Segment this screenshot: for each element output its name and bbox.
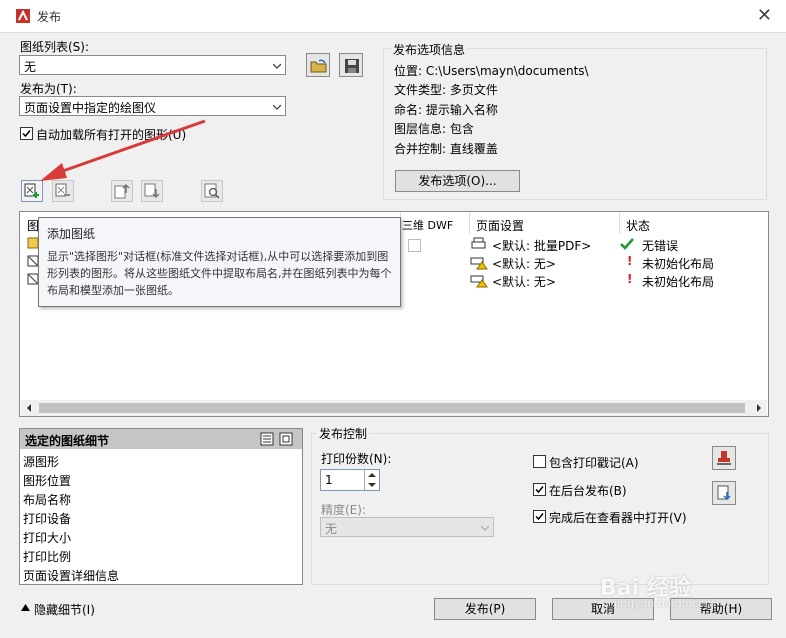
row-page-setup: <默认: 无> xyxy=(492,257,556,271)
checkmark-icon xyxy=(535,486,544,494)
include-stamp-checkbox[interactable] xyxy=(533,455,546,468)
tooltip-body: 显示"选择图形"对话框(标准文件选择对话框),从中可以选择要添加到图形列表的图形… xyxy=(47,250,392,297)
document-download-icon xyxy=(717,485,731,501)
stamp-settings-button[interactable] xyxy=(712,446,736,470)
detail-plot-size: 打印大小 xyxy=(23,531,72,545)
precision-combo[interactable]: 无 xyxy=(320,517,494,537)
details-title: 选定的图纸细节 xyxy=(25,434,110,448)
save-publish-settings-button[interactable] xyxy=(712,481,736,505)
details-header: 选定的图纸细节 xyxy=(20,429,302,449)
watermark-url: jingyan.baidu.com xyxy=(614,597,716,610)
scroll-right-icon[interactable] xyxy=(755,404,763,412)
detail-plot-scale: 打印比例 xyxy=(23,550,72,564)
background-publish-checkbox[interactable] xyxy=(533,483,546,496)
open-viewer-checkbox[interactable] xyxy=(533,510,546,523)
publish-button[interactable]: 发布(P) xyxy=(434,598,536,620)
open-viewer-label: 完成后在查看器中打开(V) xyxy=(549,511,687,525)
copies-label: 打印份数(N): xyxy=(321,452,392,466)
red-exclamation-icon: ! xyxy=(627,254,633,268)
checkmark-icon xyxy=(535,513,544,521)
row-status: 未初始化布局 xyxy=(642,257,715,271)
tooltip-title: 添加图纸 xyxy=(47,227,96,241)
red-exclamation-icon: ! xyxy=(627,272,633,286)
scroll-left-icon[interactable] xyxy=(25,404,33,412)
detail-drawing-location: 图形位置 xyxy=(23,474,72,488)
row-status: 未初始化布局 xyxy=(642,275,715,289)
page-setup-warning-icon xyxy=(470,275,488,288)
row-page-setup: <默认: 批量PDF> xyxy=(492,239,592,253)
copy-details-icon[interactable] xyxy=(279,432,293,446)
row-page-setup: <默认: 无> xyxy=(492,275,556,289)
include-stamp-label: 包含打印戳记(A) xyxy=(549,456,639,470)
stamp-icon xyxy=(717,451,731,465)
publish-control-title: 发布控制 xyxy=(317,425,370,442)
row-status: 无错误 xyxy=(642,239,679,253)
detail-page-setup-details: 页面设置详细信息 xyxy=(23,569,120,583)
scrollbar-thumb[interactable] xyxy=(39,403,745,413)
chevron-down-icon[interactable] xyxy=(368,482,376,488)
sheet-details-panel: 选定的图纸细节 源图形 图形位置 布局名称 打印设备 打印大小 打印比例 页面设… xyxy=(19,428,303,585)
detail-plot-device: 打印设备 xyxy=(23,512,72,526)
horizontal-scrollbar[interactable] xyxy=(21,400,767,416)
chevron-down-icon xyxy=(481,525,489,531)
copies-stepper[interactable]: 1 xyxy=(320,469,380,491)
col-header-status[interactable]: 状态 xyxy=(626,217,650,234)
col-header-3d-dwf[interactable]: 三维 DWF xyxy=(402,217,453,233)
detail-layout-name: 布局名称 xyxy=(23,493,72,507)
collapse-up-icon[interactable] xyxy=(21,604,30,611)
add-sheets-tooltip: 添加图纸 显示"选择图形"对话框(标准文件选择对话框),从中可以选择要添加到图形… xyxy=(38,217,401,307)
details-view-icon[interactable] xyxy=(260,432,274,446)
page-setup-warning-icon xyxy=(470,257,488,270)
3d-dwf-checkbox[interactable] xyxy=(408,239,421,252)
col-separator xyxy=(619,212,620,234)
detail-source-drawing: 源图形 xyxy=(23,455,60,469)
chevron-up-icon[interactable] xyxy=(368,472,376,478)
precision-label: 精度(E): xyxy=(321,503,366,517)
stepper-buttons[interactable] xyxy=(364,470,379,490)
copies-value: 1 xyxy=(325,473,333,487)
col-separator xyxy=(469,212,470,234)
col-header-page-setup[interactable]: 页面设置 xyxy=(476,217,524,234)
precision-value: 无 xyxy=(325,522,338,536)
hide-details-toggle[interactable]: 隐藏细节(I) xyxy=(34,601,95,618)
publish-dialog: 发布 ✕ 图纸列表(S): 无 发布为(T): 页面设置中指定的绘图仪 自动加载… xyxy=(0,0,786,638)
background-publish-label: 在后台发布(B) xyxy=(549,484,627,498)
baidu-watermark: Bai 经验 jingyan.baidu.com xyxy=(600,570,750,610)
page-setup-printer-icon xyxy=(471,237,486,249)
green-check-icon xyxy=(620,238,634,250)
